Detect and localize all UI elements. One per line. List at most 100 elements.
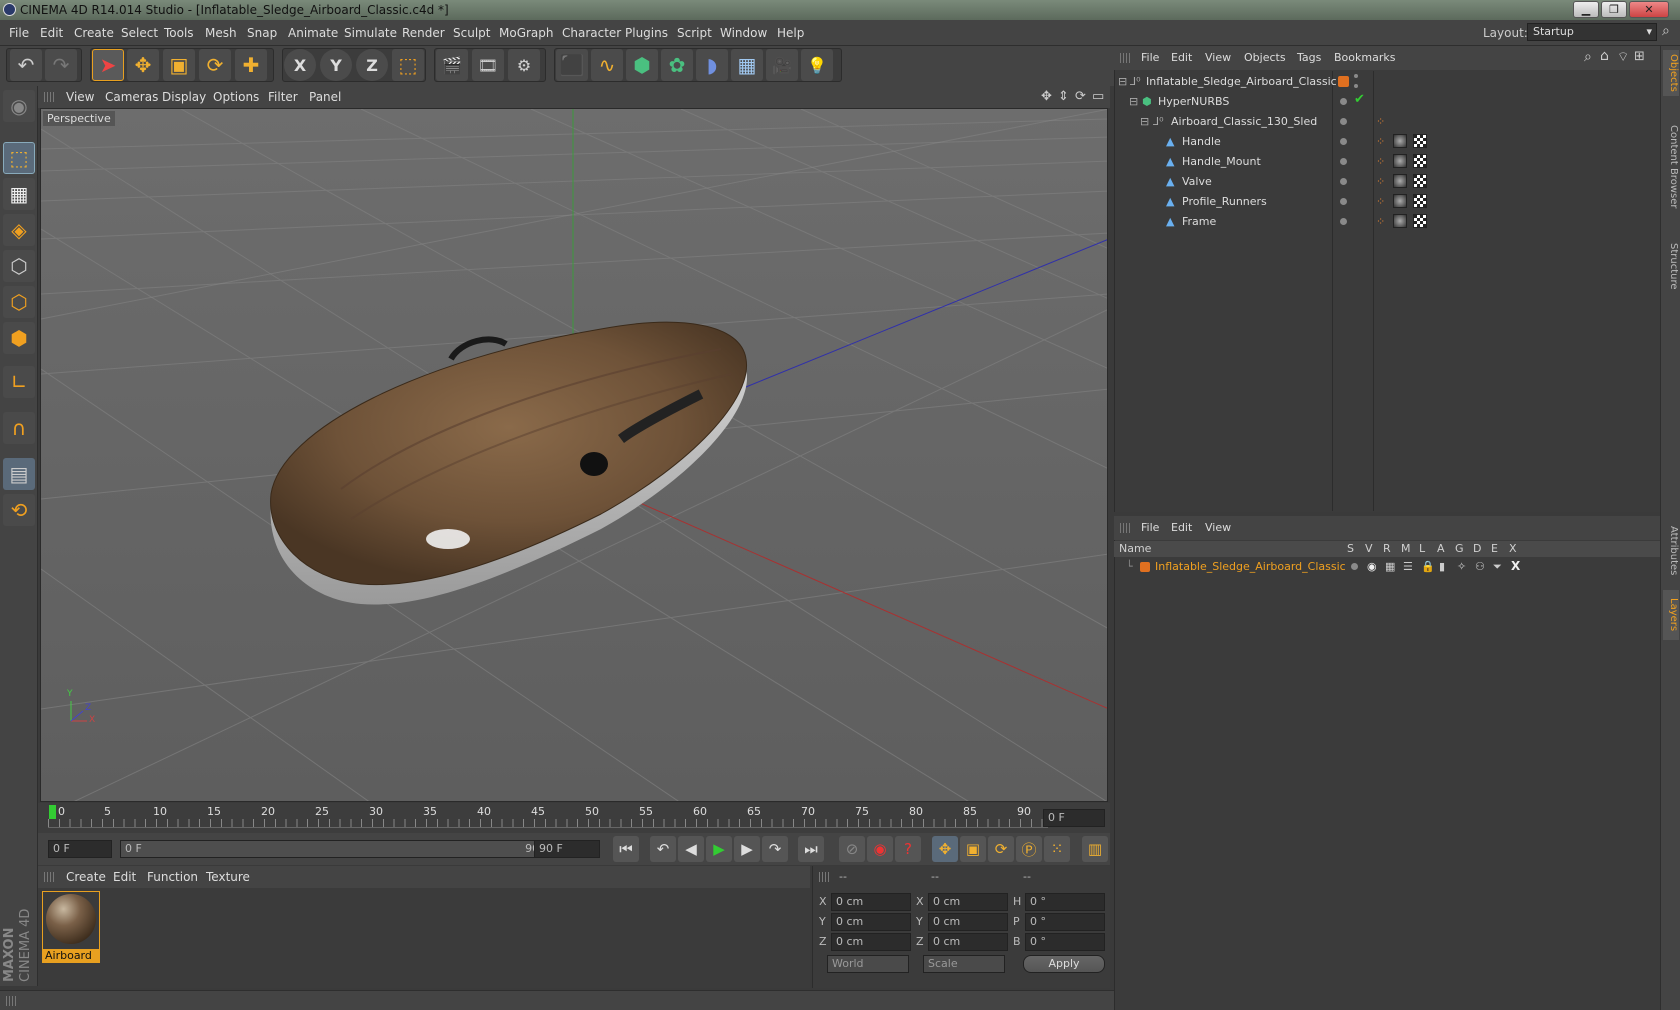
panel-grip-icon[interactable] bbox=[44, 872, 54, 882]
model-mode-icon[interactable]: ⬚ bbox=[3, 142, 35, 174]
objects-menu-view[interactable]: View bbox=[1205, 51, 1231, 64]
visibility-dot[interactable] bbox=[1340, 118, 1347, 125]
tab-objects[interactable]: Objects bbox=[1663, 50, 1679, 96]
eye-icon[interactable]: ◉ bbox=[1367, 557, 1377, 576]
orbit-icon[interactable]: ⟳ bbox=[1075, 89, 1086, 104]
menu-snap[interactable]: Snap bbox=[247, 26, 277, 40]
menu-file[interactable]: File bbox=[9, 26, 29, 40]
material-tag-icon[interactable] bbox=[1393, 134, 1407, 148]
zoom-icon[interactable]: ⇕ bbox=[1058, 89, 1069, 104]
key-scale-icon[interactable]: ▣ bbox=[960, 836, 986, 862]
objects-menu-edit[interactable]: Edit bbox=[1171, 51, 1192, 64]
objects-menu-bookmarks[interactable]: Bookmarks bbox=[1334, 51, 1395, 64]
polygons-mode-icon[interactable]: ⬢ bbox=[3, 322, 35, 354]
render-settings-button[interactable]: ⚙ bbox=[508, 49, 540, 81]
redo-button[interactable]: ↷ bbox=[45, 49, 77, 81]
tree-toggle-icon[interactable]: ⊟ bbox=[1140, 112, 1149, 131]
object-row-handle-mount[interactable]: ▲ Handle_Mount ⁘ bbox=[1118, 152, 1658, 171]
coord-rot-h-field[interactable]: 0 ° bbox=[1025, 893, 1105, 911]
uvw-tag-icon[interactable] bbox=[1413, 134, 1427, 148]
animation-icon[interactable]: ▮ bbox=[1439, 557, 1445, 576]
menu-render[interactable]: Render bbox=[402, 26, 445, 40]
camera-icon[interactable]: 🎥 bbox=[766, 49, 798, 81]
undo-button[interactable]: ↶ bbox=[10, 49, 42, 81]
uvw-tag-icon[interactable] bbox=[1413, 174, 1427, 188]
objects-menu-file[interactable]: File bbox=[1141, 51, 1159, 64]
scene-floor-icon[interactable]: ▦ bbox=[731, 49, 763, 81]
step-back-icon[interactable]: ◀ bbox=[678, 836, 704, 862]
step-forward-icon[interactable]: ▶ bbox=[734, 836, 760, 862]
render-icon[interactable]: ▦ bbox=[1385, 557, 1395, 576]
pan-icon[interactable]: ✥ bbox=[1041, 89, 1052, 104]
layers-menu-file[interactable]: File bbox=[1141, 521, 1159, 534]
timeline-ruler[interactable]: 0 5 10 15 20 25 30 35 40 45 50 55 60 65 … bbox=[38, 803, 1110, 833]
coord-size-x-field[interactable]: 0 cm bbox=[928, 893, 1008, 911]
select-tool-button[interactable]: ➤ bbox=[92, 49, 124, 81]
play-icon[interactable]: ▶ bbox=[706, 836, 732, 862]
viewport-menu-display[interactable]: Display bbox=[162, 90, 206, 104]
next-key-icon[interactable]: ↷ bbox=[762, 836, 788, 862]
previous-key-icon[interactable]: ↶ bbox=[650, 836, 676, 862]
uvw-tag-icon[interactable] bbox=[1413, 214, 1427, 228]
viewport-menu-cameras[interactable]: Cameras bbox=[105, 90, 158, 104]
menu-character[interactable]: Character bbox=[562, 26, 621, 40]
xref-icon[interactable]: X bbox=[1511, 557, 1520, 576]
coord-size-z-field[interactable]: 0 cm bbox=[928, 933, 1008, 951]
objects-menu-tags[interactable]: Tags bbox=[1297, 51, 1321, 64]
go-to-end-icon[interactable]: ⏭ bbox=[798, 836, 824, 862]
render-dot[interactable] bbox=[1354, 84, 1358, 88]
expressions-icon[interactable]: ⏷ bbox=[1493, 557, 1502, 576]
x-axis-button[interactable]: X bbox=[284, 49, 316, 81]
key-position-icon[interactable]: ✥ bbox=[932, 836, 958, 862]
tree-toggle-icon[interactable]: ⊟ bbox=[1129, 92, 1138, 111]
phong-tag-icon[interactable]: ⁘ bbox=[1376, 212, 1385, 231]
menu-create[interactable]: Create bbox=[74, 26, 114, 40]
material-menu-create[interactable]: Create bbox=[66, 870, 106, 884]
object-row-root[interactable]: ⊟ ⅃⁰ Inflatable_Sledge_Airboard_Classic bbox=[1118, 72, 1658, 91]
objects-menu-objects[interactable]: Objects bbox=[1244, 51, 1286, 64]
key-pla-icon[interactable]: ⁙ bbox=[1044, 836, 1070, 862]
end-frame-field[interactable]: 90 F bbox=[534, 840, 600, 858]
material-tag-icon[interactable] bbox=[1393, 154, 1407, 168]
phong-tag-icon[interactable]: ⁘ bbox=[1376, 192, 1385, 211]
nurbs-icon[interactable]: ⬢ bbox=[626, 49, 658, 81]
menu-mesh[interactable]: Mesh bbox=[205, 26, 237, 40]
viewport-menu-view[interactable]: View bbox=[66, 90, 94, 104]
deformer-icon[interactable]: ◗ bbox=[696, 49, 728, 81]
light-icon[interactable]: 💡 bbox=[801, 49, 833, 81]
render-picture-viewer-button[interactable]: 🎞 bbox=[472, 49, 504, 81]
manager-icon[interactable]: ☰ bbox=[1403, 557, 1413, 576]
snap-settings-icon[interactable]: ⟲ bbox=[3, 494, 35, 526]
panel-grip-icon[interactable] bbox=[819, 872, 829, 882]
tab-attributes[interactable]: Attributes bbox=[1663, 516, 1679, 586]
object-row-profile-runners[interactable]: ▲ Profile_Runners ⁘ bbox=[1118, 192, 1658, 211]
current-frame-field[interactable]: 0 F bbox=[1043, 809, 1105, 827]
uvw-tag-icon[interactable] bbox=[1413, 154, 1427, 168]
search-icon[interactable]: ⌕ bbox=[1584, 49, 1592, 65]
menu-script[interactable]: Script bbox=[677, 26, 712, 40]
coordinate-system-button[interactable]: ⬚ bbox=[392, 49, 424, 81]
close-button[interactable]: ✕ bbox=[1629, 1, 1669, 18]
layer-row[interactable]: └ Inflatable_Sledge_Airboard_Classic ◉ ▦… bbox=[1118, 557, 1658, 576]
tab-structure[interactable]: Structure bbox=[1663, 236, 1679, 296]
maximize-view-icon[interactable]: ▭ bbox=[1092, 89, 1104, 104]
live-select-button[interactable]: ✚ bbox=[235, 49, 267, 81]
object-row-hypernurbs[interactable]: ⊟ ⬢ HyperNURBS ✔ bbox=[1118, 92, 1658, 111]
solo-toggle[interactable] bbox=[1351, 563, 1358, 570]
material-tag-icon[interactable] bbox=[1393, 194, 1407, 208]
panel-grip-icon[interactable] bbox=[1120, 523, 1130, 533]
layout-select[interactable]: Startup ▾ bbox=[1527, 23, 1657, 41]
edges-mode-icon[interactable]: ⬡ bbox=[3, 286, 35, 318]
material-tag-icon[interactable] bbox=[1393, 174, 1407, 188]
coord-size-y-field[interactable]: 0 cm bbox=[928, 913, 1008, 931]
snap-grid-icon[interactable]: ▤ bbox=[3, 458, 35, 490]
coord-pos-z-field[interactable]: 0 cm bbox=[831, 933, 911, 951]
new-view-icon[interactable]: ⊞ bbox=[1634, 49, 1645, 64]
coord-size-mode-select[interactable]: Scale bbox=[923, 955, 1005, 973]
autokey-icon[interactable]: ◉ bbox=[867, 836, 893, 862]
layer-color-swatch[interactable] bbox=[1338, 76, 1349, 87]
panel-grip-icon[interactable] bbox=[44, 92, 54, 102]
layers-menu-edit[interactable]: Edit bbox=[1171, 521, 1192, 534]
menu-help[interactable]: Help bbox=[777, 26, 804, 40]
cube-icon[interactable]: ⬛ bbox=[556, 49, 588, 81]
